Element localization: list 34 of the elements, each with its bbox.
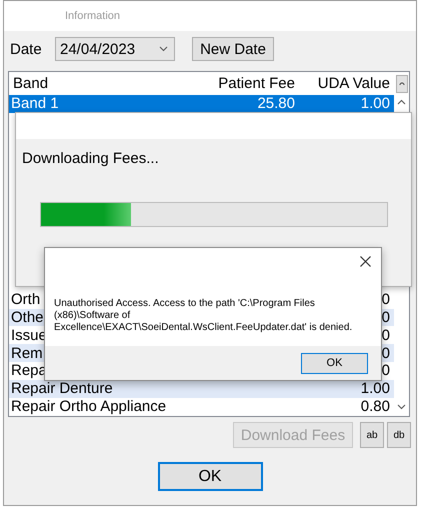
table-cell-text: 0 xyxy=(380,344,391,362)
column-header[interactable]: Patient Fee xyxy=(195,75,299,92)
table-cell-text: Rem xyxy=(10,344,44,362)
new-date-button[interactable]: New Date xyxy=(192,37,274,61)
chevron-down-icon xyxy=(159,46,168,52)
date-dropdown[interactable]: 24/04/2023 xyxy=(55,37,175,61)
scroll-up-icon[interactable] xyxy=(397,99,406,105)
ok-button[interactable]: OK xyxy=(158,462,262,491)
header-button[interactable] xyxy=(396,75,408,93)
window-title: Information xyxy=(65,10,120,22)
table-cell-text: 0 xyxy=(380,308,391,326)
table-cell-text: 0 xyxy=(380,362,391,380)
ok-button[interactable]: OK xyxy=(301,352,368,374)
table-cell-text: Repair Denture xyxy=(10,380,114,398)
small-button[interactable]: db xyxy=(387,422,411,448)
table-row[interactable]: Band 1 25.80 1.00 xyxy=(9,95,394,113)
table-cell-text: Othe xyxy=(10,308,45,326)
table-cell-text: Repair Ortho Appliance xyxy=(10,398,168,415)
arc-icon xyxy=(398,81,404,87)
scroll-down-icon[interactable] xyxy=(397,404,406,410)
table-row[interactable]: Repair Ortho Appliance 0.80 xyxy=(9,398,394,416)
table-cell-text: 1.00 xyxy=(360,95,391,112)
table-cell-text: 1.00 xyxy=(360,380,391,398)
table-cell-text: 0.80 xyxy=(360,398,391,415)
progress-message: Downloading Fees... xyxy=(22,150,160,167)
error-message: Unauthorised Access. Access to the path 'C:\Program Files (x86)\Software of Excellence\EXACT\SoeiDental.WsClient.FeeUpdater.dat' is denied. xyxy=(54,298,354,334)
date-label: Date xyxy=(10,40,43,58)
close-icon[interactable] xyxy=(360,256,371,267)
column-header[interactable]: Band xyxy=(9,75,195,92)
table-cell-text: Band 1 xyxy=(10,95,60,112)
column-header[interactable]: UDA Value xyxy=(299,75,394,92)
table-row[interactable]: Repair Denture 1.00 xyxy=(9,380,394,398)
small-button[interactable]: ab xyxy=(360,422,384,448)
table-cell-text: 25.80 xyxy=(256,95,296,112)
